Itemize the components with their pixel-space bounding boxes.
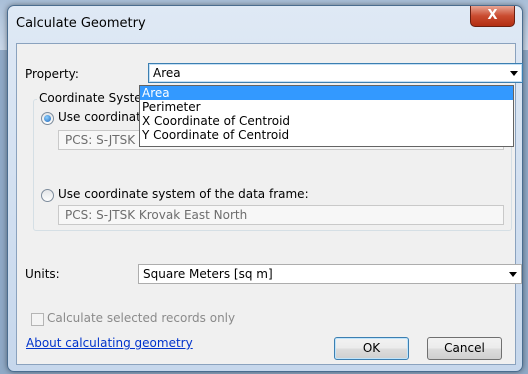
property-options-list: Area Perimeter X Coordinate of Centroid … bbox=[139, 85, 514, 147]
calculate-geometry-dialog: Calculate Geometry X Property: Area Coor… bbox=[7, 5, 523, 372]
cancel-button[interactable]: Cancel bbox=[427, 337, 502, 360]
close-icon: X bbox=[487, 8, 498, 23]
property-option[interactable]: X Coordinate of Centroid bbox=[140, 114, 513, 128]
property-label: Property: bbox=[25, 67, 79, 81]
radio-data-frame-label[interactable]: Use coordinate system of the data frame: bbox=[58, 187, 309, 201]
units-dropdown[interactable]: Square Meters [sq m] bbox=[138, 264, 522, 284]
calculate-selected-checkbox[interactable] bbox=[31, 313, 44, 326]
calculate-selected-label: Calculate selected records only bbox=[47, 311, 236, 325]
radio-data-source[interactable] bbox=[41, 112, 54, 125]
about-geometry-link[interactable]: About calculating geometry bbox=[26, 336, 193, 350]
chevron-down-icon bbox=[509, 272, 517, 277]
property-option[interactable]: Y Coordinate of Centroid bbox=[140, 128, 513, 142]
radio-data-frame[interactable] bbox=[41, 189, 54, 202]
dialog-title: Calculate Geometry bbox=[16, 16, 146, 31]
data-frame-coordinate-field: PCS: S-JTSK Krovak East North bbox=[58, 205, 504, 225]
ok-button[interactable]: OK bbox=[334, 337, 409, 360]
chevron-down-icon bbox=[510, 71, 518, 76]
close-button[interactable]: X bbox=[470, 6, 515, 27]
property-dropdown[interactable]: Area bbox=[148, 63, 523, 83]
units-selected-value: Square Meters [sq m] bbox=[143, 267, 273, 281]
property-option[interactable]: Perimeter bbox=[140, 100, 513, 114]
property-option[interactable]: Area bbox=[140, 86, 513, 100]
units-label: Units: bbox=[25, 267, 60, 281]
coordinate-system-group-title: Coordinate System bbox=[37, 91, 156, 105]
property-selected-value: Area bbox=[153, 66, 181, 80]
